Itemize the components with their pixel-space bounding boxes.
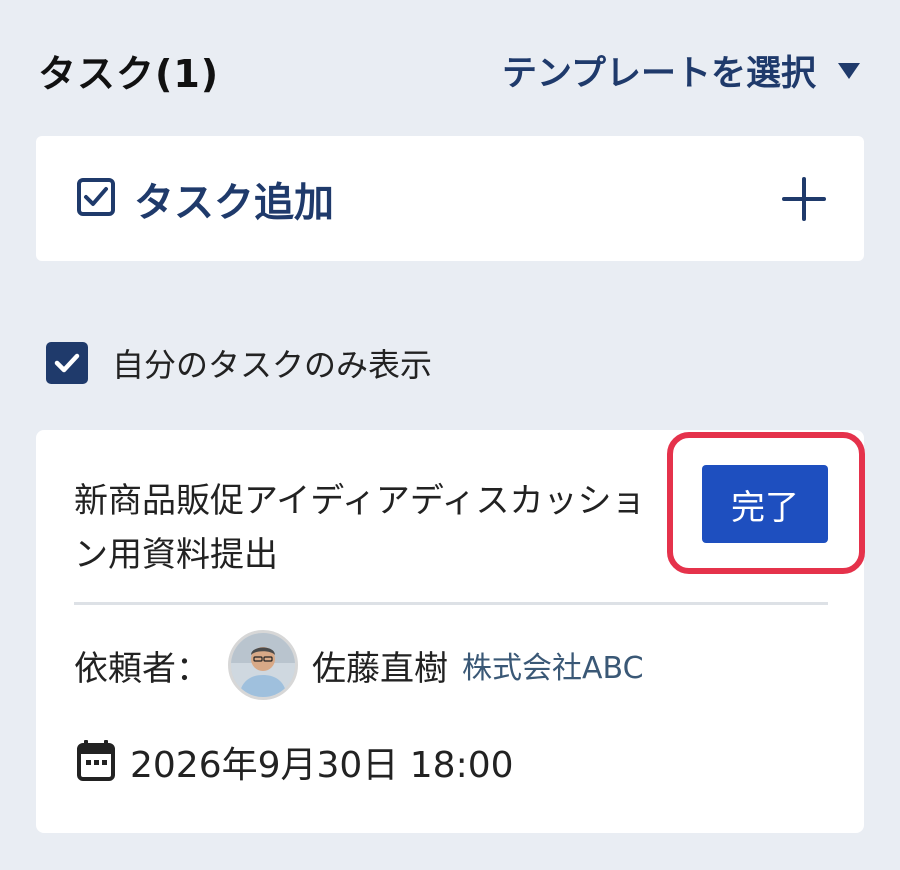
- requester-company: 株式会社ABC: [462, 651, 644, 686]
- divider: [74, 602, 828, 605]
- calendar-icon: [76, 738, 116, 786]
- plus-icon: [782, 176, 826, 221]
- task-count-title: タスク(1): [38, 51, 220, 96]
- avatar: [228, 630, 298, 700]
- requester-row: 依頼者： 佐藤直樹 株式会社ABC: [74, 628, 644, 702]
- add-task-button[interactable]: タスク追加: [36, 136, 864, 261]
- checkbox-check-icon: [76, 177, 116, 221]
- checkmark-icon: [54, 353, 80, 373]
- requester-label: 依頼者：: [74, 648, 210, 689]
- due-date-row: 2026年9月30日 18:00: [76, 738, 514, 786]
- add-task-label: タスク追加: [134, 179, 334, 226]
- complete-button[interactable]: 完了: [702, 465, 828, 543]
- task-title: 新商品販促アイディアディスカッション用資料提出: [74, 481, 646, 575]
- template-select[interactable]: テンプレートを選択: [502, 45, 860, 96]
- my-tasks-filter: 自分のタスクのみ表示: [46, 340, 432, 386]
- task-card[interactable]: 新商品販促アイディアディスカッション用資料提出 完了 依頼者： 佐藤直樹 株式会…: [36, 430, 865, 833]
- my-tasks-filter-label: 自分のタスクのみ表示: [112, 346, 433, 384]
- requester-name: 佐藤直樹: [312, 648, 448, 689]
- task-header: タスク(1) テンプレートを選択: [38, 40, 860, 100]
- my-tasks-checkbox[interactable]: [46, 342, 88, 384]
- template-select-label: テンプレートを選択: [502, 53, 816, 94]
- caret-down-icon: [838, 63, 860, 79]
- due-date: 2026年9月30日 18:00: [130, 745, 514, 786]
